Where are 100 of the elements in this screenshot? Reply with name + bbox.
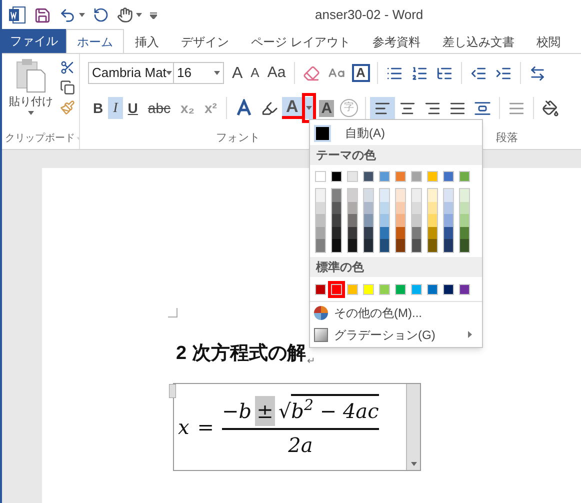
save-icon[interactable] xyxy=(34,6,51,24)
color-swatch[interactable] xyxy=(348,226,357,239)
color-swatch[interactable] xyxy=(316,214,325,226)
color-swatch[interactable] xyxy=(379,284,390,294)
font-size-field[interactable]: 16 xyxy=(174,62,224,84)
color-swatch[interactable] xyxy=(427,171,438,182)
color-swatch[interactable] xyxy=(411,171,422,182)
color-swatch[interactable] xyxy=(332,239,341,252)
ribbon-tab[interactable]: 挿入 xyxy=(124,29,170,53)
cut-icon[interactable] xyxy=(60,60,75,75)
color-swatch[interactable] xyxy=(396,239,405,252)
color-swatch[interactable] xyxy=(380,239,389,252)
color-swatch[interactable] xyxy=(396,202,405,214)
color-swatch[interactable] xyxy=(331,171,342,182)
ribbon-tab[interactable]: ページ レイアウト xyxy=(240,29,362,53)
customize-icon[interactable] xyxy=(150,12,157,18)
color-swatch[interactable] xyxy=(347,171,358,182)
strikethrough-button[interactable]: abc xyxy=(142,97,176,119)
ribbon-tab[interactable]: デザイン xyxy=(170,29,240,53)
color-swatch[interactable] xyxy=(348,202,357,214)
shrink-font-button[interactable]: A xyxy=(246,62,264,84)
text-effects-icon[interactable] xyxy=(234,99,253,117)
color-swatch[interactable] xyxy=(316,239,325,252)
character-shading-button[interactable]: A xyxy=(319,100,334,116)
scroll-bar[interactable] xyxy=(406,384,420,470)
file-tab[interactable]: ファイル xyxy=(2,29,66,53)
color-swatch[interactable] xyxy=(348,239,357,252)
color-swatch[interactable] xyxy=(363,284,374,294)
color-swatch[interactable] xyxy=(444,202,453,214)
numbered-list-icon[interactable] xyxy=(410,64,428,82)
color-swatch[interactable] xyxy=(380,202,389,214)
color-swatch[interactable] xyxy=(364,214,373,226)
color-swatch[interactable] xyxy=(395,171,406,182)
color-swatch[interactable] xyxy=(444,226,453,239)
touch-mode-icon[interactable] xyxy=(117,7,133,23)
color-swatch[interactable] xyxy=(363,171,374,182)
color-swatch[interactable] xyxy=(364,239,373,252)
color-swatch[interactable] xyxy=(460,226,469,239)
color-swatch[interactable] xyxy=(364,189,373,202)
color-swatch[interactable] xyxy=(396,189,405,202)
color-swatch[interactable] xyxy=(411,284,422,294)
color-swatch[interactable] xyxy=(315,171,326,182)
color-swatch[interactable] xyxy=(380,214,389,226)
automatic-color-item[interactable]: 自動(A) xyxy=(310,121,482,145)
color-swatch[interactable] xyxy=(428,202,437,214)
more-colors-item[interactable]: その他の色(M)... xyxy=(310,302,482,324)
color-swatch[interactable] xyxy=(396,214,405,226)
paste-button[interactable]: 貼り付け xyxy=(8,58,54,115)
ribbon-tab[interactable]: 差し込み文書 xyxy=(431,29,526,53)
font-name-field[interactable]: Cambria Mat xyxy=(88,62,174,84)
bold-button[interactable]: B xyxy=(88,97,108,119)
color-swatch[interactable] xyxy=(347,284,358,294)
format-painter-icon[interactable] xyxy=(60,100,75,115)
color-swatch[interactable] xyxy=(332,202,341,214)
color-swatch[interactable] xyxy=(460,214,469,226)
color-swatch[interactable] xyxy=(332,214,341,226)
equation-handle-icon[interactable] xyxy=(169,384,176,398)
asian-layout-icon[interactable] xyxy=(528,64,546,82)
color-swatch[interactable] xyxy=(316,226,325,239)
color-swatch[interactable] xyxy=(460,239,469,252)
color-swatch[interactable] xyxy=(427,284,438,294)
color-swatch[interactable] xyxy=(412,214,421,226)
color-swatch[interactable] xyxy=(428,239,437,252)
color-swatch[interactable] xyxy=(379,171,390,182)
color-swatch[interactable] xyxy=(460,189,469,202)
ribbon-tab[interactable]: 参考資料 xyxy=(361,29,432,53)
color-swatch[interactable] xyxy=(316,189,325,202)
color-swatch[interactable] xyxy=(428,189,437,202)
copy-icon[interactable] xyxy=(60,80,75,95)
color-swatch[interactable] xyxy=(412,239,421,252)
grow-font-button[interactable]: A xyxy=(228,62,247,84)
color-swatch[interactable] xyxy=(395,284,406,294)
gradient-item[interactable]: グラデーション(G) xyxy=(310,324,482,346)
color-swatch[interactable] xyxy=(412,226,421,239)
color-swatch[interactable] xyxy=(443,284,454,294)
italic-button[interactable]: I xyxy=(108,97,123,119)
eraser-icon[interactable] xyxy=(302,64,320,82)
color-swatch[interactable] xyxy=(444,214,453,226)
color-swatch[interactable] xyxy=(460,202,469,214)
color-swatch[interactable] xyxy=(459,284,470,294)
color-swatch[interactable] xyxy=(364,226,373,239)
color-swatch[interactable] xyxy=(444,239,453,252)
color-swatch[interactable] xyxy=(396,226,405,239)
color-swatch[interactable] xyxy=(380,189,389,202)
redo-icon[interactable] xyxy=(93,7,109,23)
highlighter-icon[interactable] xyxy=(260,100,278,116)
color-swatch[interactable] xyxy=(443,171,454,182)
color-swatch[interactable] xyxy=(332,226,341,239)
color-swatch[interactable] xyxy=(380,226,389,239)
distribute-icon[interactable] xyxy=(474,100,492,116)
color-swatch[interactable] xyxy=(428,226,437,239)
color-swatch[interactable] xyxy=(459,171,470,182)
color-swatch[interactable] xyxy=(348,214,357,226)
color-swatch[interactable] xyxy=(364,202,373,214)
character-border-button[interactable]: A xyxy=(352,64,370,82)
shading-icon[interactable] xyxy=(542,100,560,116)
color-swatch[interactable] xyxy=(316,202,325,214)
color-swatch[interactable] xyxy=(412,202,421,214)
undo-icon[interactable] xyxy=(59,6,76,24)
ribbon-tab[interactable]: ホーム xyxy=(66,29,124,53)
